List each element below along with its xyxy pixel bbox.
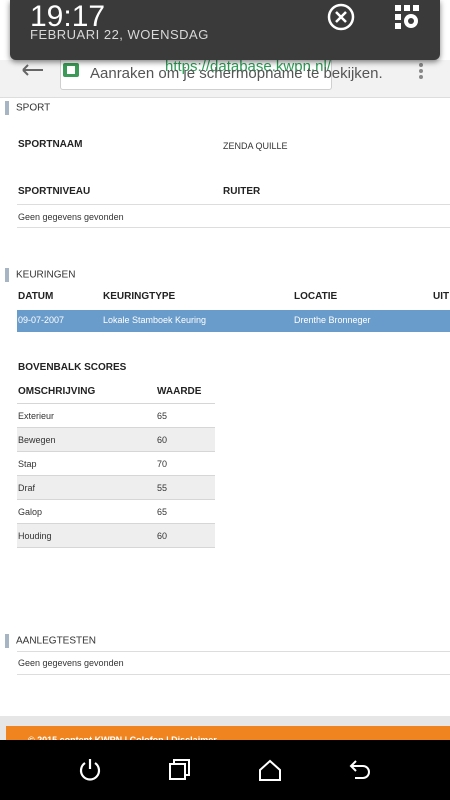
score-desc: Exterieur [18, 411, 55, 421]
bovenbalk-title: BOVENBALK SCORES [18, 362, 127, 373]
score-value: 65 [157, 411, 168, 421]
table-row: Draf 55 [17, 476, 215, 500]
score-desc: Bewegen [18, 435, 56, 445]
score-value: 60 [157, 531, 168, 541]
screenshot-toast[interactable]: Aanraken om je schermopname te bekijken. [90, 65, 383, 82]
power-icon[interactable] [78, 758, 102, 782]
score-desc: Houding [18, 531, 52, 541]
score-desc: Galop [18, 507, 43, 517]
divider [17, 651, 450, 652]
settings-grid-icon[interactable] [394, 4, 420, 30]
date-label: FEBRUARI 22, WOENSDAG [30, 27, 209, 42]
page-content: SPORT SPORTNAAM ZENDA QUILLE SPORTNIVEAU… [0, 98, 450, 716]
section-marker [5, 268, 9, 282]
score-value: 60 [157, 435, 168, 445]
divider [17, 204, 450, 205]
back-icon[interactable] [348, 758, 372, 782]
recent-apps-icon[interactable] [168, 758, 192, 782]
screenshot-icon [63, 63, 79, 77]
section-title: AANLEGTESTEN [16, 635, 97, 647]
section-marker [5, 101, 9, 115]
score-value: 55 [157, 483, 168, 493]
sportnaam-label: SPORTNAAM [18, 139, 83, 150]
score-desc: Stap [18, 459, 37, 469]
column-uitslag[interactable]: UIT [433, 291, 449, 302]
score-value: 65 [157, 507, 168, 517]
column-locatie[interactable]: LOCATIE [294, 291, 337, 302]
section-keuringen-header: KEURINGEN [5, 268, 75, 282]
section-sport-header: SPORT [5, 101, 50, 115]
section-title: KEURINGEN [16, 269, 76, 281]
section-title: SPORT [16, 102, 51, 114]
table-row: Houding 60 [17, 524, 215, 548]
sport-empty-text: Geen gegevens gevonden [18, 212, 124, 222]
column-waarde: WAARDE [157, 386, 202, 397]
divider [17, 674, 450, 675]
sportnaam-value: ZENDA QUILLE [223, 141, 288, 151]
sportniveau-label: SPORTNIVEAU [18, 186, 91, 197]
section-aanlegtesten-header: AANLEGTESTEN [5, 634, 96, 648]
table-row: Stap 70 [17, 452, 215, 476]
close-circle-icon[interactable] [327, 3, 355, 31]
aanleg-empty-text: Geen gegevens gevonden [18, 658, 124, 668]
column-keuringtype[interactable]: KEURINGTYPE [103, 291, 175, 302]
browser-toolbar: https://database.kwpn.nl/ Aanraken om je… [0, 58, 450, 98]
notification-panel: 19:17 FEBRUARI 22, WOENSDAG [10, 0, 440, 60]
table-row: Exterieur 65 [17, 404, 215, 428]
table-row: Bewegen 60 [17, 428, 215, 452]
home-icon[interactable] [258, 758, 282, 782]
keuring-type: Lokale Stamboek Keuring [103, 315, 207, 325]
score-value: 70 [157, 459, 168, 469]
divider [17, 227, 450, 228]
keuring-datum: 09-07-2007 [18, 315, 65, 325]
table-row: Galop 65 [17, 500, 215, 524]
ruiter-label: RUITER [223, 186, 261, 197]
system-navigation-bar [0, 740, 450, 800]
overflow-menu-icon[interactable] [418, 62, 424, 80]
table-row[interactable]: 09-07-2007 Lokale Stamboek Keuring Drent… [17, 310, 450, 332]
column-omschrijving: OMSCHRIJVING [18, 386, 96, 397]
section-marker [5, 634, 9, 648]
browser-back-icon[interactable] [22, 64, 44, 76]
score-desc: Draf [18, 483, 36, 493]
column-datum[interactable]: DATUM [18, 291, 53, 302]
keuring-locatie: Drenthe Bronneger [294, 315, 371, 325]
